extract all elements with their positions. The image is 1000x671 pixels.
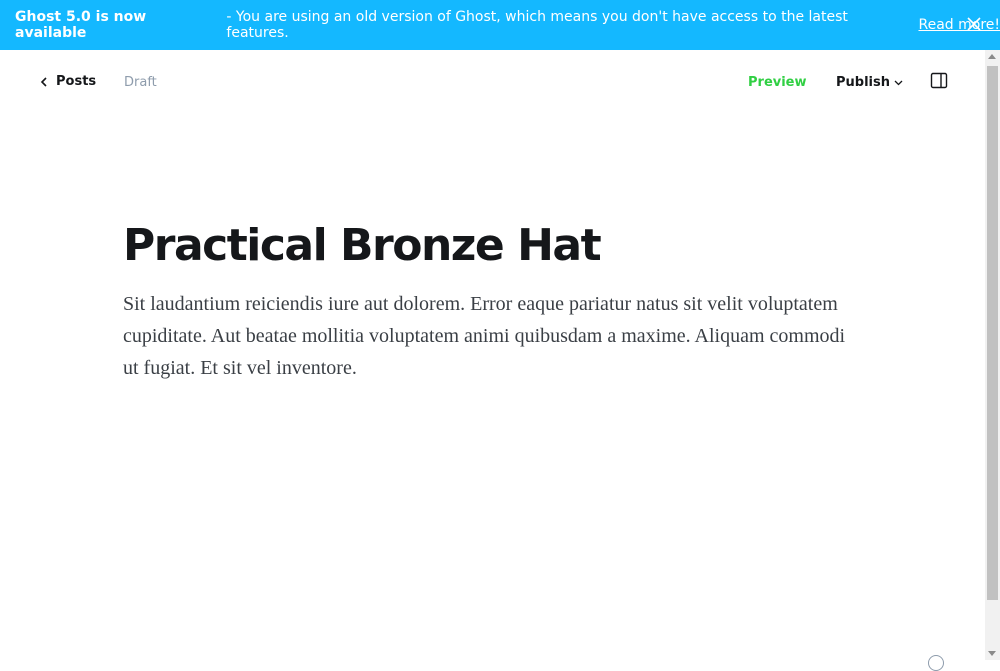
preview-button[interactable]: Preview <box>748 75 807 90</box>
back-label: Posts <box>56 74 96 89</box>
close-icon[interactable] <box>966 16 982 32</box>
scroll-up-icon[interactable] <box>988 54 996 59</box>
back-to-posts-button[interactable]: Posts <box>40 74 96 89</box>
scrollbar-thumb[interactable] <box>987 66 998 600</box>
sidebar-toggle-icon[interactable] <box>930 72 948 90</box>
publish-label: Publish <box>836 75 890 90</box>
scrollbar[interactable] <box>985 50 1000 660</box>
update-banner: Ghost 5.0 is now available - You are usi… <box>0 0 1000 50</box>
post-status: Draft <box>124 75 157 90</box>
banner-title: Ghost 5.0 is now available <box>15 9 222 41</box>
banner-message: - You are using an old version of Ghost,… <box>226 9 914 41</box>
help-icon[interactable] <box>928 655 944 671</box>
banner-read-more-link[interactable]: Read more! <box>919 17 1000 33</box>
post-body[interactable]: Sit laudantium reiciendis iure aut dolor… <box>123 288 863 384</box>
publish-button[interactable]: Publish <box>836 75 903 90</box>
chevron-down-icon <box>894 80 903 86</box>
editor-header: Posts Draft Preview Publish <box>0 50 985 116</box>
post-title[interactable]: Practical Bronze Hat <box>123 218 863 274</box>
chevron-left-icon <box>40 77 48 87</box>
scroll-down-icon[interactable] <box>988 651 996 656</box>
